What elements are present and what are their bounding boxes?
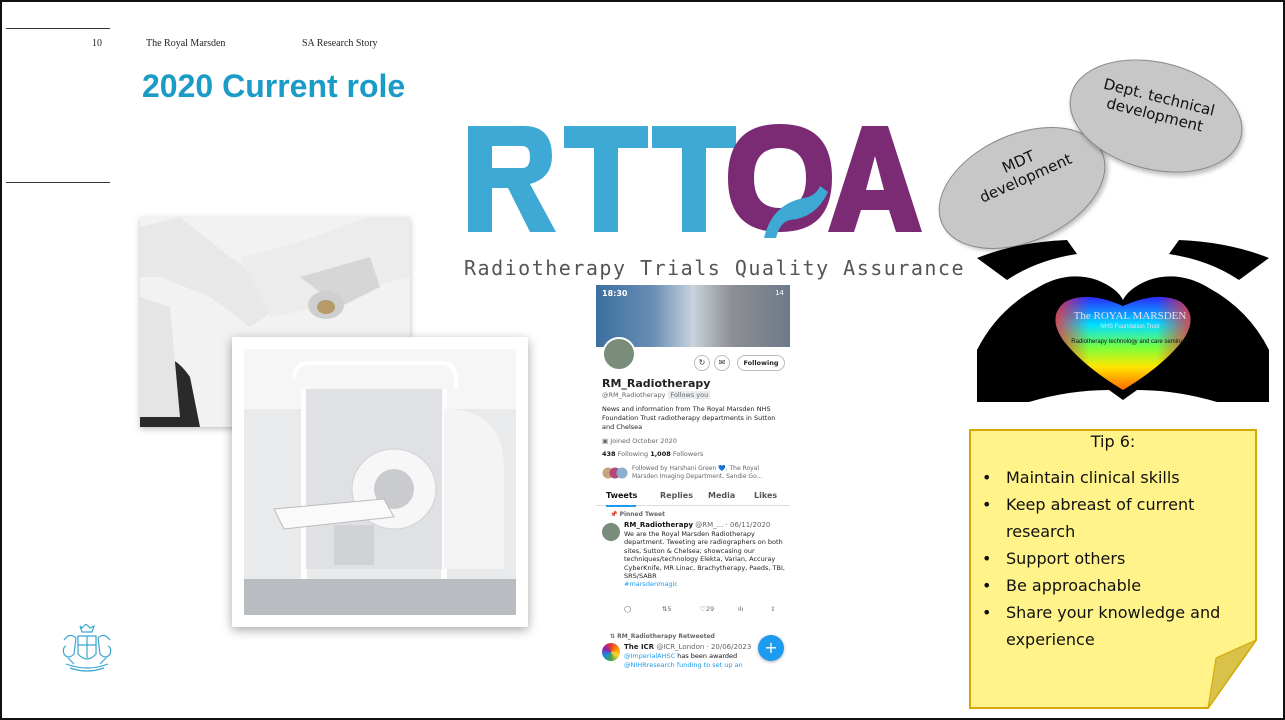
pinned-text: Pinned Tweet: [619, 511, 665, 518]
profile-avatar: [602, 337, 636, 371]
retweet-icon[interactable]: ⇅ 5: [662, 605, 672, 613]
heart-org-name: The ROYAL MARSDEN: [1073, 310, 1187, 322]
retweet-count: 5: [667, 605, 672, 613]
followers-label: Followers: [672, 450, 704, 458]
tab-replies[interactable]: Replies: [660, 491, 693, 500]
icr-avatar: [602, 643, 620, 661]
tab-media[interactable]: Media: [708, 491, 735, 500]
joined-text: Joined October 2020: [610, 437, 677, 445]
retweet-author: The ICR: [624, 643, 655, 651]
slide-title: 2020 Current role: [142, 68, 406, 104]
following-button[interactable]: Following: [737, 355, 785, 371]
slide: 10 The Royal Marsden SA Research Story 2…: [0, 0, 1285, 720]
retweeted-label: ⇅ RM_Radiotherapy Retweeted: [610, 633, 715, 640]
following-count[interactable]: 438: [602, 450, 616, 458]
header-rule: [6, 28, 110, 29]
like-icon[interactable]: ♡ 29: [700, 605, 714, 613]
follow-counts: 438 Following 1,008 Followers: [602, 450, 703, 458]
followed-by-avatars: [602, 467, 628, 479]
like-count: 29: [705, 605, 715, 613]
retweet-meta: @ICR_London · 20/06/2023: [656, 643, 752, 651]
joined-date: ▣ Joined October 2020: [602, 437, 677, 445]
retweet-mention[interactable]: @ImperialAHSC: [624, 652, 675, 660]
pinned-label: 📌 Pinned Tweet: [610, 511, 665, 518]
handle-text: @RM_Radiotherapy: [602, 391, 666, 399]
twitter-profile-screenshot: 18:30 14 ↻ ✉ Following RM_Radiotherapy @…: [596, 285, 790, 670]
tweet-avatar: [602, 523, 620, 541]
tweet-hashtag[interactable]: #marsdenmagic: [624, 580, 678, 588]
retweet-body: @ImperialAHSC has been awarded: [624, 652, 774, 660]
retweet-tail: @NIHRresearch funding to set up an: [624, 661, 743, 669]
retweeted-text: RM_Radiotherapy Retweeted: [617, 633, 715, 640]
tip-item: Be approachable: [980, 572, 1252, 599]
side-rule: [6, 182, 110, 183]
retweet-header: The ICR @ICR_London · 20/06/2023: [624, 643, 751, 651]
rttqa-subtitle: Radiotherapy Trials Quality Assurance: [464, 256, 966, 280]
header-story: SA Research Story: [302, 38, 378, 49]
follows-you-badge: Follows you: [668, 391, 711, 399]
header-organisation: The Royal Marsden: [146, 38, 226, 49]
tweet-body: We are the Royal Marsden Radiotherapy de…: [624, 530, 786, 589]
views-icon[interactable]: ılı: [738, 605, 743, 613]
tip-item: Keep abreast of current research: [980, 491, 1252, 545]
slide-number: 10: [92, 38, 102, 49]
notifications-icon[interactable]: ↻: [694, 355, 710, 371]
message-icon[interactable]: ✉: [714, 355, 730, 371]
tweet-header: RM_Radiotherapy @RM_... · 06/11/2020: [624, 521, 770, 529]
profile-handle: @RM_Radiotherapy Follows you: [602, 391, 711, 399]
phone-time: 18:30: [602, 289, 628, 298]
profile-tabs: Tweets Replies Media Likes: [596, 488, 790, 507]
reply-icon[interactable]: ◯: [624, 605, 631, 613]
tab-likes[interactable]: Likes: [754, 491, 777, 500]
profile-name: RM_Radiotherapy: [602, 377, 711, 390]
heart-trust-name: NHS Foundation Trust: [1100, 324, 1160, 330]
tip-title: Tip 6:: [1090, 432, 1136, 451]
tweet-author: RM_Radiotherapy: [624, 521, 694, 529]
share-icon[interactable]: ⇪: [770, 605, 775, 613]
tip-list: Maintain clinical skills Keep abreast of…: [980, 464, 1252, 653]
heart-seminar-text: Radiotherapy technology and care seminar…: [1071, 339, 1189, 345]
compose-tweet-button[interactable]: +: [758, 635, 784, 661]
tweet-meta: @RM_... · 06/11/2020: [695, 521, 771, 529]
treatment-room-photo: [232, 337, 528, 627]
profile-bio: News and information from The Royal Mars…: [602, 405, 776, 431]
followers-count[interactable]: 1,008: [650, 450, 671, 458]
following-label: Following: [617, 450, 649, 458]
active-tab-indicator: [606, 505, 636, 507]
tip-item: Support others: [980, 545, 1252, 572]
phone-signal: 14: [775, 289, 784, 297]
rttqa-logo: [468, 124, 922, 238]
tip-item: Share your knowledge and experience: [980, 599, 1252, 653]
tab-tweets[interactable]: Tweets: [606, 491, 637, 500]
tweet-text: We are the Royal Marsden Radiotherapy de…: [624, 530, 785, 581]
royal-crest-logo: [62, 624, 112, 672]
retweet-text: has been awarded: [677, 652, 738, 660]
tip-item: Maintain clinical skills: [980, 464, 1252, 491]
followed-by-text: Followed by Harshani Green 💙, The Royal …: [632, 465, 763, 480]
